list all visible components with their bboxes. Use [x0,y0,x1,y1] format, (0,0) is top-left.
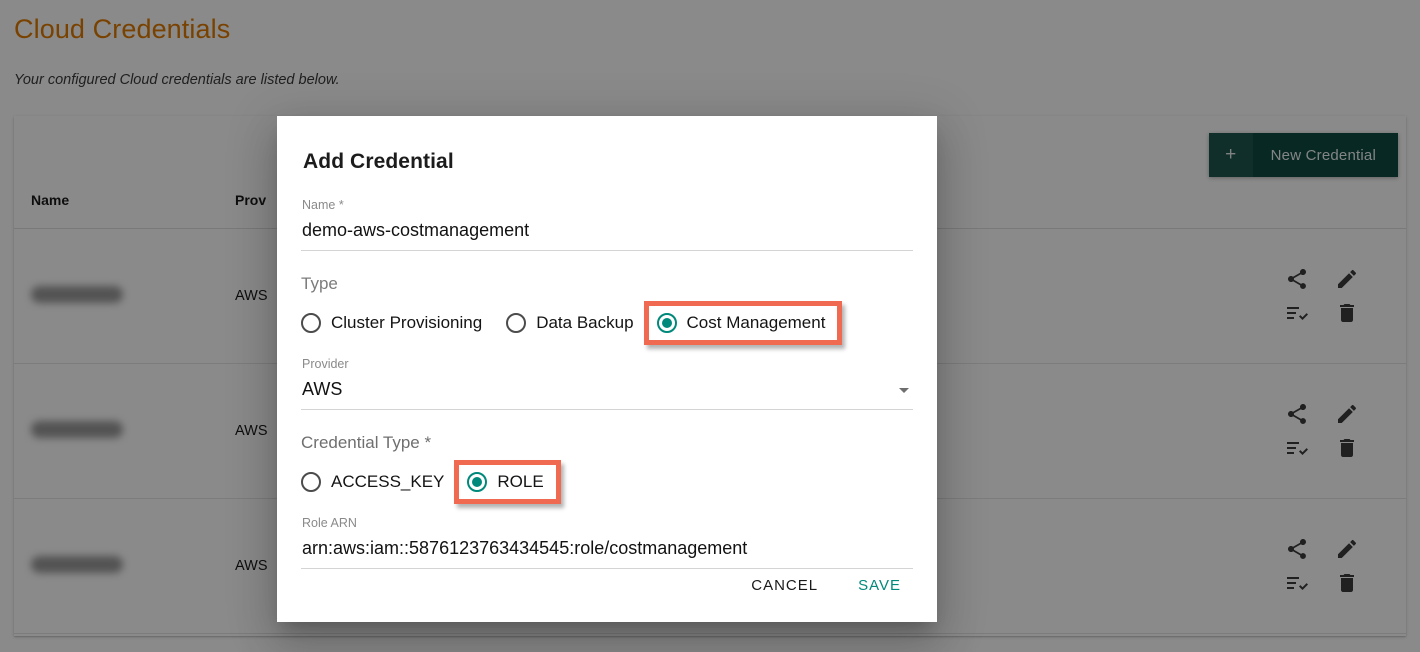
radio-role[interactable]: ROLE [467,469,544,495]
role-arn-input[interactable]: arn:aws:iam::5876123763434545:role/costm… [301,531,913,569]
name-field-label: Name * [302,198,344,212]
radio-circle-icon [301,472,321,492]
radio-label: Cluster Provisioning [331,313,483,332]
type-group-label: Type [301,274,338,293]
add-credential-dialog: Add Credential Name * demo-aws-costmanag… [277,116,937,622]
dialog-actions: CANCEL SAVE [739,569,913,602]
chevron-down-icon [899,388,909,393]
credential-type-radio-group: ACCESS_KEY ROLE [301,460,913,504]
radio-circle-selected-icon [467,472,488,492]
radio-label: Cost Management [686,313,826,332]
name-field-wrapper: Name * demo-aws-costmanagement [301,198,913,251]
radio-circle-icon [301,313,321,333]
radio-circle-selected-icon [656,313,677,333]
role-arn-field-wrapper: Role ARN arn:aws:iam::5876123763434545:r… [301,516,913,569]
provider-field-wrapper: Provider AWS [301,357,913,410]
provider-select[interactable]: AWS [301,372,913,410]
type-radio-group: Cluster Provisioning Data Backup Cost Ma… [301,301,913,345]
provider-selected-value: AWS [302,379,343,399]
cancel-button[interactable]: CANCEL [739,569,830,602]
provider-field-label: Provider [302,357,349,371]
radio-label: Data Backup [536,313,634,332]
highlight-box-role: ROLE [454,460,561,504]
radio-data-backup[interactable]: Data Backup [506,308,634,338]
radio-access-key[interactable]: ACCESS_KEY [301,467,444,497]
radio-circle-icon [506,313,527,333]
save-button[interactable]: SAVE [846,569,913,602]
name-input[interactable]: demo-aws-costmanagement [301,213,913,251]
role-arn-field-label: Role ARN [302,516,357,530]
credential-type-group-label: Credential Type * [301,433,432,452]
highlight-box-cost-management: Cost Management [643,301,843,345]
dialog-title: Add Credential [303,150,454,173]
radio-cluster-provisioning[interactable]: Cluster Provisioning [301,308,482,338]
radio-label: ACCESS_KEY [331,472,445,491]
radio-cost-management[interactable]: Cost Management [656,310,826,336]
radio-label: ROLE [497,472,544,491]
